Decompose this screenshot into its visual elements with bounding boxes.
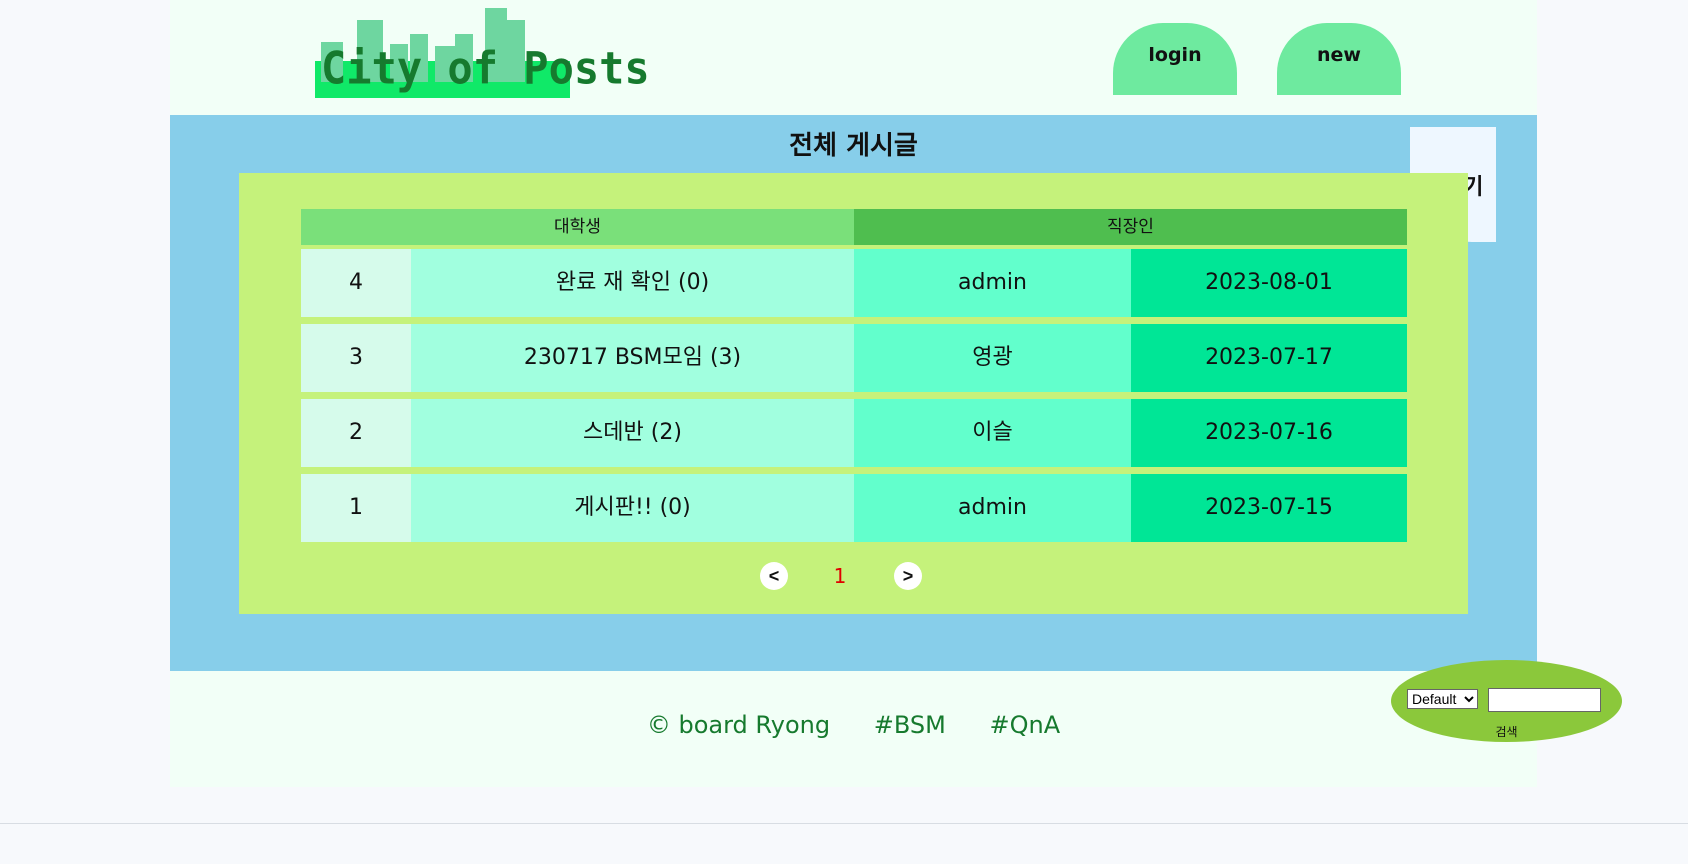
post-title-link[interactable]: 230717 BSM모임 (3) bbox=[411, 324, 854, 392]
post-number: 2 bbox=[301, 399, 411, 467]
post-title-link[interactable]: 게시판!! (0) bbox=[411, 474, 854, 542]
new-button[interactable]: new bbox=[1277, 23, 1401, 95]
post-title-link[interactable]: 스데반 (2) bbox=[411, 399, 854, 467]
post-author: 영광 bbox=[854, 324, 1131, 392]
footer-tag-bsm[interactable]: #BSM bbox=[874, 711, 946, 739]
post-title-link[interactable]: 완료 재 확인 (0) bbox=[411, 249, 854, 317]
post-number: 3 bbox=[301, 324, 411, 392]
post-number: 4 bbox=[301, 249, 411, 317]
search-type-select[interactable]: Default bbox=[1407, 689, 1478, 709]
table-row[interactable]: 2 스데반 (2) 이슬 2023-07-16 bbox=[301, 399, 1407, 467]
login-button[interactable]: login bbox=[1113, 23, 1237, 95]
page-title: 전체 게시글 bbox=[789, 131, 918, 161]
prev-page-button[interactable]: < bbox=[760, 562, 788, 590]
logo-text: City of Posts bbox=[321, 42, 650, 95]
column-header-students: 대학생 bbox=[301, 209, 854, 245]
table-row[interactable]: 1 게시판!! (0) admin 2023-07-15 bbox=[301, 474, 1407, 542]
footer-tag-qna[interactable]: #QnA bbox=[990, 711, 1061, 739]
column-header-workers: 직장인 bbox=[854, 209, 1407, 245]
search-button[interactable]: 검색 bbox=[1391, 723, 1622, 740]
table-row[interactable]: 4 완료 재 확인 (0) admin 2023-08-01 bbox=[301, 249, 1407, 317]
post-date: 2023-07-17 bbox=[1131, 324, 1407, 392]
site-logo[interactable]: City of Posts bbox=[314, 6, 650, 115]
post-date: 2023-07-16 bbox=[1131, 399, 1407, 467]
search-input[interactable] bbox=[1488, 688, 1601, 712]
post-number: 1 bbox=[301, 474, 411, 542]
post-date: 2023-07-15 bbox=[1131, 474, 1407, 542]
table-row[interactable]: 3 230717 BSM모임 (3) 영광 2023-07-17 bbox=[301, 324, 1407, 392]
post-list-panel: 대학생 직장인 4 완료 재 확인 (0) admin 2023-08-01 3… bbox=[239, 173, 1468, 614]
footer: © board Ryong #BSM #QnA bbox=[170, 711, 1537, 739]
next-page-button[interactable]: > bbox=[894, 562, 922, 590]
post-author: 이슬 bbox=[854, 399, 1131, 467]
divider bbox=[0, 823, 1688, 824]
post-author: admin bbox=[854, 249, 1131, 317]
board-main: 전체 게시글 글쓰기 대학생 직장인 4 완료 재 확인 (0) admin 2… bbox=[170, 115, 1537, 671]
page-container: City of Posts login new 전체 게시글 글쓰기 대학생 직… bbox=[170, 0, 1537, 787]
post-date: 2023-08-01 bbox=[1131, 249, 1407, 317]
search-box: Default 검색 bbox=[1391, 660, 1622, 742]
post-author: admin bbox=[854, 474, 1131, 542]
footer-copyright: © board Ryong bbox=[646, 711, 831, 739]
current-page-link[interactable]: 1 bbox=[830, 562, 850, 590]
